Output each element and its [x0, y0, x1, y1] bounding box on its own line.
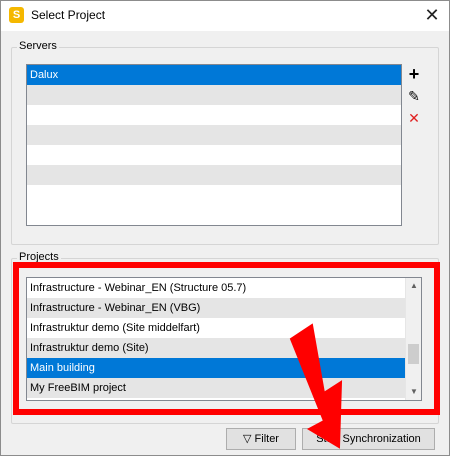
scroll-down-arrow-icon[interactable]: ▼ — [406, 384, 421, 400]
server-item[interactable]: Dalux — [27, 65, 401, 85]
close-button[interactable]: ✕ — [419, 3, 445, 27]
start-synchronization-label: Start Synchronization — [316, 433, 421, 445]
server-item-empty[interactable] — [27, 105, 401, 125]
filter-button[interactable]: ▽ Filter — [226, 428, 296, 450]
start-synchronization-button[interactable]: Start Synchronization — [302, 428, 435, 450]
project-item[interactable]: Infrastruktur demo (Site) — [27, 338, 405, 358]
scroll-thumb[interactable] — [408, 344, 419, 364]
delete-icon: ✕ — [408, 110, 420, 126]
project-item[interactable]: Infrastruktur demo (Site middelfart) — [27, 318, 405, 338]
project-item[interactable]: Infrastructure - Webinar_EN (VBG) — [27, 298, 405, 318]
servers-group: Servers Dalux + ✎ ✕ — [11, 40, 439, 245]
close-icon: ✕ — [424, 5, 440, 25]
add-server-button[interactable]: + — [406, 64, 422, 84]
server-item-empty[interactable] — [27, 145, 401, 165]
filter-button-label: Filter — [254, 433, 279, 445]
project-item[interactable]: Infrastructure - Webinar_EN (Structure 0… — [27, 278, 405, 298]
app-logo-icon: S — [9, 7, 24, 23]
edit-server-button[interactable]: ✎ — [406, 88, 422, 104]
plus-icon: + — [408, 64, 420, 84]
projects-group: Projects Infrastructure - Webinar_EN (St… — [11, 251, 439, 424]
servers-list[interactable]: Dalux — [26, 64, 402, 226]
dialog-body: Servers Dalux + ✎ ✕ Projects Infrastruct… — [1, 31, 449, 455]
select-project-dialog: S Select Project ✕ Servers Dalux + ✎ ✕ P… — [0, 0, 450, 456]
projects-list[interactable]: Infrastructure - Webinar_EN (Structure 0… — [26, 277, 422, 401]
project-item[interactable]: My FreeBIM project — [27, 378, 405, 398]
server-item-empty[interactable] — [27, 85, 401, 105]
server-item-empty[interactable] — [27, 165, 401, 185]
remove-server-button[interactable]: ✕ — [406, 110, 422, 126]
scroll-up-arrow-icon[interactable]: ▲ — [406, 278, 421, 294]
projects-scrollbar[interactable]: ▲ ▼ — [405, 278, 421, 400]
servers-group-label: Servers — [17, 40, 59, 52]
project-item[interactable]: Main building — [27, 358, 405, 378]
server-item-empty[interactable] — [27, 185, 401, 205]
filter-icon: ▽ — [243, 433, 252, 445]
window-title: Select Project — [31, 8, 106, 22]
server-item-empty[interactable] — [27, 125, 401, 145]
projects-group-label: Projects — [17, 251, 61, 263]
title-bar: S Select Project ✕ — [1, 1, 449, 31]
edit-icon: ✎ — [408, 88, 420, 104]
